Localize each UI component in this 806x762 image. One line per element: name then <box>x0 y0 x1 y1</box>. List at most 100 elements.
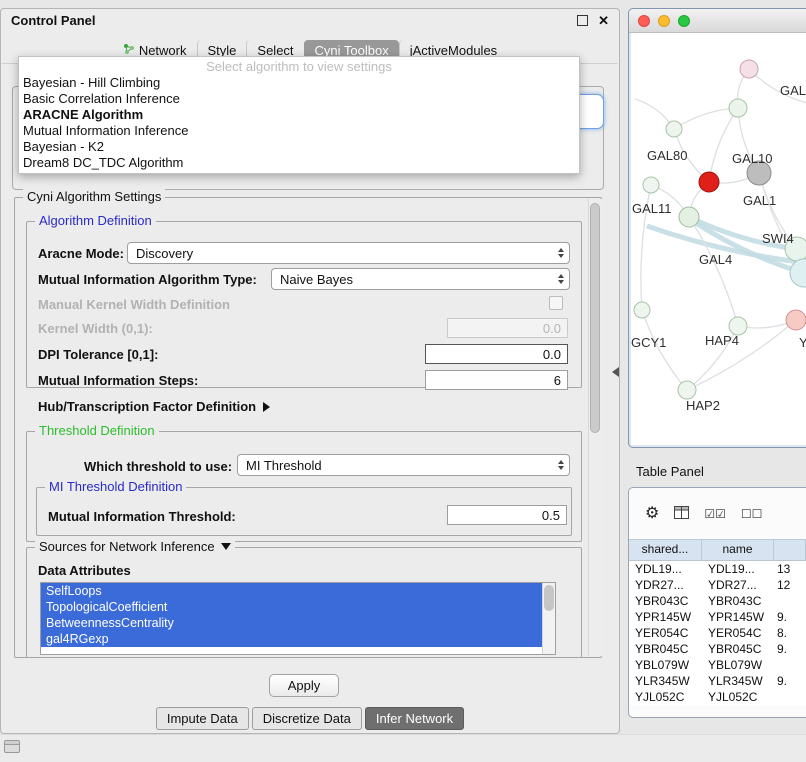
select-all-icon[interactable]: ☑☑ <box>704 508 726 520</box>
node-label: HAP4 <box>705 333 739 348</box>
network-edge[interactable] <box>674 108 738 129</box>
kernel-width-input[interactable]: 0.0 <box>447 318 568 338</box>
network-node[interactable] <box>786 310 806 330</box>
list-item[interactable]: BetweennessCentrality <box>41 615 543 631</box>
hub-transcription-factor-section[interactable]: Hub/Transcription Factor Definition <box>38 399 270 414</box>
table-row[interactable]: YDR27...YDR27...12 <box>629 577 806 593</box>
sources-legend[interactable]: Sources for Network Inference <box>35 539 235 554</box>
column-header[interactable]: shared... <box>629 540 702 560</box>
mi-steps-input[interactable]: 6 <box>425 370 568 390</box>
table-row[interactable]: YLR345WYLR345W9. <box>629 673 806 689</box>
table-cell: YLR345W <box>629 674 702 688</box>
list-scrollbar-thumb[interactable] <box>544 585 554 611</box>
network-node[interactable] <box>678 381 696 399</box>
collapsed-arrow-icon <box>263 402 270 412</box>
table-cell: YBR043C <box>629 594 702 608</box>
table-cell: 9. <box>774 674 806 688</box>
network-node[interactable] <box>679 207 699 227</box>
table-cell: 12 <box>774 578 806 592</box>
apply-button[interactable]: Apply <box>269 674 339 697</box>
table-cell: YBR043C <box>702 594 774 608</box>
network-canvas-svg: GAL8GAL80GAL10GAL11GAL1SWI4GAL4GCY1HAP4H… <box>631 33 806 445</box>
table-row[interactable]: YER054CYER054C8. <box>629 625 806 641</box>
table-row[interactable]: YBR045CYBR045C9. <box>629 641 806 657</box>
zoom-traffic-light[interactable] <box>678 15 690 27</box>
mi-algorithm-type-select[interactable]: Naive Bayes <box>271 268 570 290</box>
mi-threshold-input[interactable]: 0.5 <box>447 505 567 525</box>
network-node[interactable] <box>666 121 682 137</box>
algorithm-dropdown-popup: Select algorithm to view settingsBayesia… <box>18 56 580 174</box>
table-cell: YDL19... <box>629 562 702 576</box>
node-label: GAL11 <box>632 201 672 216</box>
network-canvas[interactable]: GAL8GAL80GAL10GAL11GAL1SWI4GAL4GCY1HAP4H… <box>631 33 806 445</box>
manual-kernel-width-label: Manual Kernel Width Definition <box>38 297 230 312</box>
dropdown-option[interactable]: Mutual Information Inference <box>19 123 579 139</box>
dropdown-option[interactable]: Bayesian - K2 <box>19 139 579 155</box>
dropdown-option[interactable]: Basic Correlation Inference <box>19 91 579 107</box>
list-scrollbar[interactable] <box>542 583 555 654</box>
close-icon[interactable]: ✕ <box>598 14 609 27</box>
node-label: Y <box>799 335 806 350</box>
aracne-mode-select[interactable]: Discovery <box>127 242 570 264</box>
list-item[interactable]: gal4RGexp <box>41 631 543 647</box>
list-item[interactable]: TopologicalCoefficient <box>41 599 543 615</box>
dropdown-option[interactable]: ARACNE Algorithm <box>19 107 579 123</box>
dpi-tolerance-input[interactable]: 0.0 <box>425 344 568 364</box>
manual-kernel-width-checkbox[interactable] <box>549 296 563 310</box>
network-node[interactable] <box>729 99 747 117</box>
table-row[interactable]: YBL079WYBL079W <box>629 657 806 673</box>
float-window-icon[interactable] <box>577 15 588 26</box>
network-node[interactable] <box>699 172 719 192</box>
which-threshold-label: Which threshold to use: <box>84 459 232 474</box>
network-node[interactable] <box>634 302 650 318</box>
deselect-all-icon[interactable]: ☐☐ <box>741 508 763 520</box>
table-cell: YBR045C <box>702 642 774 656</box>
control-panel-titlebar: Control Panel ✕ <box>1 9 619 31</box>
table-row[interactable]: YDL19...YDL19...13 <box>629 561 806 577</box>
aracne-mode-label: Aracne Mode: <box>38 246 124 261</box>
list-item[interactable]: SelfLoops <box>41 583 543 599</box>
which-threshold-select[interactable]: MI Threshold <box>237 454 570 476</box>
table-cell: YJL052C <box>702 690 774 704</box>
mi-threshold-value: 0.5 <box>542 508 560 523</box>
table-row[interactable]: YJL052CYJL052C <box>629 689 806 705</box>
gear-icon[interactable]: ⚙ <box>645 506 659 522</box>
dropdown-option[interactable]: Bayesian - Hill Climbing <box>19 75 579 91</box>
table-cell: YJL052C <box>629 690 702 704</box>
network-node[interactable] <box>740 60 758 78</box>
bottom-tab-discretize-data[interactable]: Discretize Data <box>252 707 362 730</box>
close-traffic-light[interactable] <box>638 15 650 27</box>
minimize-traffic-light[interactable] <box>658 15 670 27</box>
table-cell: YDR27... <box>702 578 774 592</box>
mi-algorithm-type-value: Naive Bayes <box>280 272 353 287</box>
column-header[interactable] <box>774 540 806 560</box>
bottom-tab-infer-network[interactable]: Infer Network <box>365 707 464 730</box>
table-cell: 9. <box>774 642 806 656</box>
data-attributes-label: Data Attributes <box>38 563 131 578</box>
mi-algorithm-type-label: Mutual Information Algorithm Type: <box>38 272 257 287</box>
table-cell: YPR145W <box>629 610 702 624</box>
table-row[interactable]: YBR043CYBR043C <box>629 593 806 609</box>
node-label: GCY1 <box>631 335 666 350</box>
bottom-tab-impute-data[interactable]: Impute Data <box>156 707 249 730</box>
dropdown-option[interactable]: Dream8 DC_TDC Algorithm <box>19 155 579 171</box>
node-label: GAL8 <box>780 83 806 98</box>
network-view-window: GAL8GAL80GAL10GAL11GAL1SWI4GAL4GCY1HAP4H… <box>628 8 806 448</box>
data-attributes-list: SelfLoopsTopologicalCoefficientBetweenne… <box>40 582 556 655</box>
cyni-algorithm-settings-legend: Cyni Algorithm Settings <box>23 189 165 204</box>
network-edge[interactable] <box>642 310 687 390</box>
columns-icon[interactable] <box>674 506 689 522</box>
column-header[interactable]: name <box>702 540 774 560</box>
settings-scrollbar-thumb[interactable] <box>590 203 600 433</box>
node-label: GAL10 <box>732 151 772 166</box>
network-edge[interactable] <box>709 108 738 182</box>
settings-scrollbar[interactable] <box>588 199 602 656</box>
network-node[interactable] <box>643 177 659 193</box>
table-cell: YDR27... <box>629 578 702 592</box>
panel-collapse-arrow[interactable] <box>612 367 619 377</box>
table-row[interactable]: YPR145WYPR145W9. <box>629 609 806 625</box>
collapsed-panel-icon[interactable] <box>4 740 20 753</box>
table-header-row: shared...name <box>629 539 806 561</box>
table-cell: YLR345W <box>702 674 774 688</box>
mi-threshold-definition-legend: MI Threshold Definition <box>45 479 186 494</box>
